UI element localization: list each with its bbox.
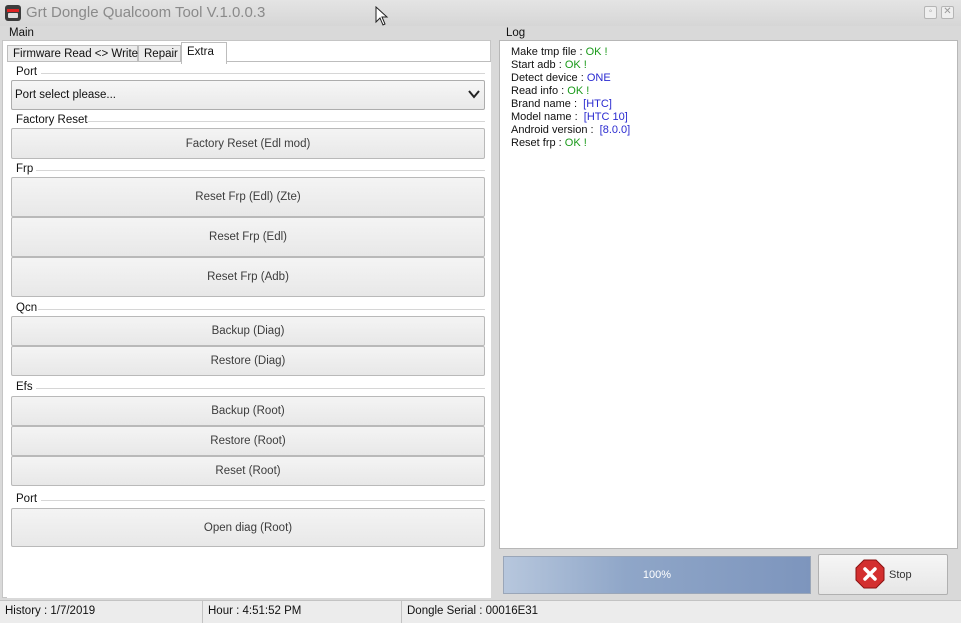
- chevron-down-icon: [468, 90, 480, 99]
- tab-extra[interactable]: Extra: [181, 42, 227, 64]
- efs-restore-root-button[interactable]: Restore (Root): [11, 426, 485, 456]
- group-divider: [41, 73, 485, 74]
- log-line: Start adb : OK !: [511, 59, 587, 71]
- status-history: History : 1/7/2019: [0, 601, 203, 623]
- status-bar: History : 1/7/2019 Hour : 4:51:52 PM Don…: [0, 600, 961, 623]
- group-divider: [38, 309, 485, 310]
- log-line: Brand name : [HTC]: [511, 98, 612, 110]
- log-line: Detect device : ONE: [511, 72, 611, 84]
- reset-frp-edl-zte-button[interactable]: Reset Frp (Edl) (Zte): [11, 177, 485, 217]
- group-label-frp: Frp: [16, 163, 34, 175]
- stop-button[interactable]: Stop: [818, 554, 948, 595]
- log-line: Android version : [8.0.0]: [511, 124, 631, 136]
- group-label-port-diag: Port: [16, 493, 38, 505]
- group-label-qcn: Qcn: [16, 302, 38, 314]
- reset-frp-edl-button[interactable]: Reset Frp (Edl): [11, 217, 485, 257]
- log-panel-label: Log: [506, 27, 526, 39]
- title-bar[interactable]: Grt Dongle Qualcoom Tool V.1.0.0.3 ◦ ✕: [0, 0, 961, 26]
- group-divider: [36, 170, 485, 171]
- status-hour: Hour : 4:51:52 PM: [203, 601, 402, 623]
- stop-label: Stop: [889, 569, 912, 581]
- mouse-cursor-icon: [375, 6, 389, 26]
- qcn-restore-diag-button[interactable]: Restore (Diag): [11, 346, 485, 376]
- open-diag-root-button[interactable]: Open diag (Root): [11, 508, 485, 547]
- log-output[interactable]: Make tmp file : OK ! Start adb : OK ! De…: [499, 40, 958, 549]
- qcn-backup-diag-button[interactable]: Backup (Diag): [11, 316, 485, 346]
- group-label-port: Port: [16, 66, 38, 78]
- reset-frp-adb-button[interactable]: Reset Frp (Adb): [11, 257, 485, 297]
- log-line: Model name : [HTC 10]: [511, 111, 628, 123]
- main-panel-label: Main: [9, 27, 34, 39]
- port-select[interactable]: Port select please...: [11, 80, 485, 110]
- efs-backup-root-button[interactable]: Backup (Root): [11, 396, 485, 426]
- progress-label: 100%: [642, 569, 672, 581]
- log-line: Make tmp file : OK !: [511, 46, 608, 58]
- app-icon: [5, 5, 21, 21]
- efs-reset-root-button[interactable]: Reset (Root): [11, 456, 485, 486]
- stop-x-icon: [855, 559, 885, 589]
- progress-bar: 100%: [503, 556, 811, 594]
- port-select-value: Port select please...: [15, 89, 116, 101]
- minimize-button[interactable]: ◦: [924, 6, 937, 19]
- group-divider: [36, 388, 485, 389]
- status-dongle-serial: Dongle Serial : 00016E31: [407, 605, 539, 617]
- close-button[interactable]: ✕: [941, 6, 954, 19]
- group-label-efs: Efs: [16, 381, 33, 393]
- window-title: Grt Dongle Qualcoom Tool V.1.0.0.3: [26, 4, 266, 21]
- group-label-factory-reset: Factory Reset: [16, 114, 88, 126]
- group-divider: [41, 500, 485, 501]
- log-line: Read info : OK !: [511, 85, 590, 97]
- group-divider: [88, 121, 485, 122]
- factory-reset-edl-button[interactable]: Factory Reset (Edl mod): [11, 128, 485, 159]
- log-line: Reset frp : OK !: [511, 137, 587, 149]
